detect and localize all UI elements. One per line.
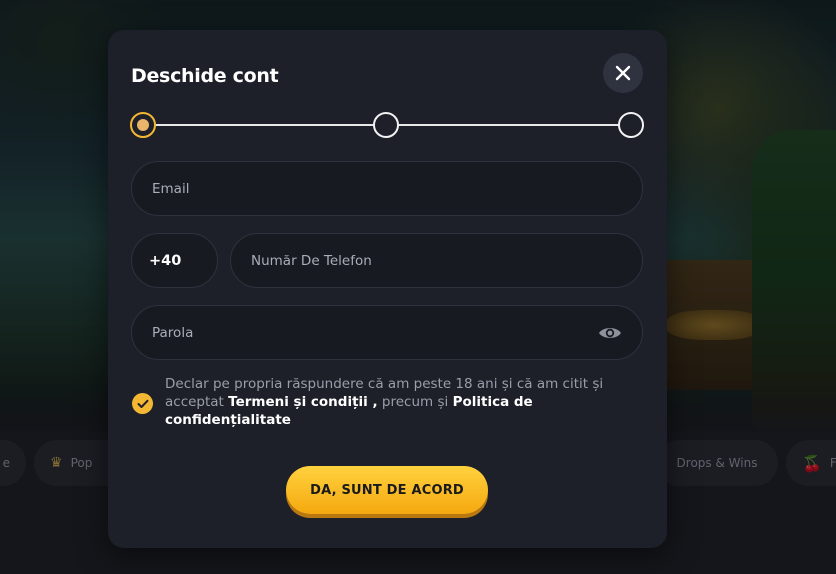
checkmark-icon — [137, 399, 148, 408]
consent-checkbox[interactable] — [132, 393, 153, 414]
modal-title: Deschide cont — [131, 65, 279, 87]
phone-prefix-select[interactable]: +40 — [131, 233, 218, 288]
phone-field[interactable] — [251, 252, 642, 269]
register-modal: Deschide cont +40 — [108, 30, 667, 548]
terms-link[interactable]: Termeni și condiții , — [228, 394, 377, 410]
agree-submit-button[interactable]: DA, SUNT DE ACORD — [286, 466, 488, 514]
step-3 — [618, 112, 644, 138]
phone-prefix-value: +40 — [149, 252, 182, 269]
eye-icon[interactable] — [598, 323, 622, 343]
stepper-line — [398, 124, 620, 126]
registration-stepper — [130, 112, 644, 140]
close-button[interactable] — [603, 53, 643, 93]
password-field[interactable] — [152, 324, 642, 341]
phone-field-wrapper — [230, 233, 643, 288]
email-field[interactable] — [152, 180, 642, 197]
consent-text-part2: precum și — [377, 394, 453, 410]
close-icon — [615, 65, 631, 81]
consent-text: Declar pe propria răspundere că am peste… — [165, 375, 635, 429]
password-field-wrapper — [131, 305, 643, 360]
step-2 — [373, 112, 399, 138]
step-1-active — [130, 112, 156, 138]
stepper-line — [156, 124, 374, 126]
email-field-wrapper — [131, 161, 643, 216]
